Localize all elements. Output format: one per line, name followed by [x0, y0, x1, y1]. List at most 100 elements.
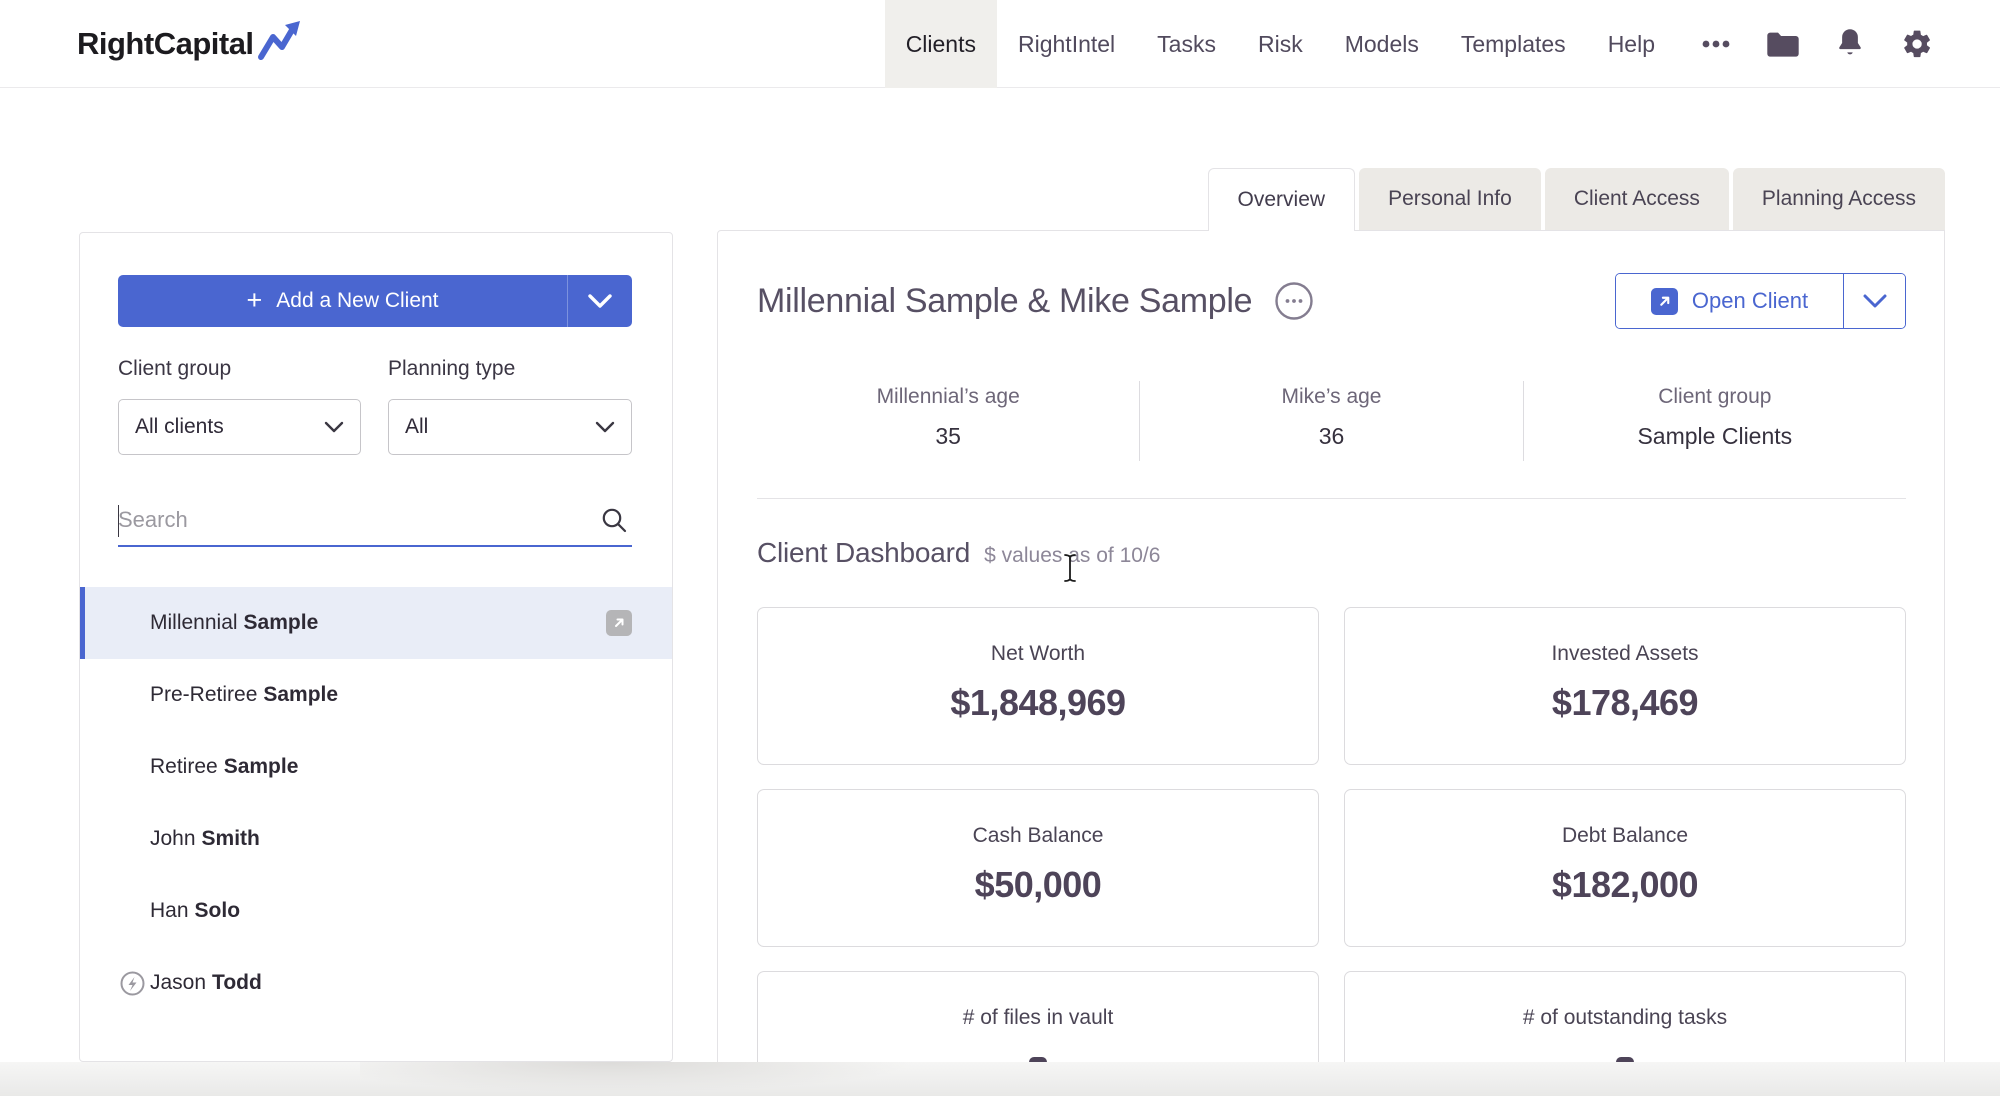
client-group-select[interactable]: All clients [118, 399, 361, 455]
add-client-label: Add a New Client [276, 289, 438, 313]
tab-overview[interactable]: Overview [1208, 168, 1356, 231]
client-last-name: Sample [263, 683, 338, 707]
card-label: # of outstanding tasks [1345, 1006, 1905, 1030]
client-last-name: Todd [212, 971, 262, 995]
add-client-dropdown-toggle[interactable] [568, 275, 632, 327]
card-value: $50,000 [758, 864, 1318, 906]
client-list-item-han-solo[interactable]: Han Solo [80, 875, 672, 947]
logo-text: RightCapital [77, 26, 254, 62]
stat-label: Millennial’s age [757, 385, 1139, 409]
client-overview-panel: Millennial Sample & Mike Sample Open Cli… [717, 230, 1945, 1096]
card-value: $178,469 [1345, 682, 1905, 724]
card-label: Cash Balance [758, 824, 1318, 848]
add-client-split-button: + Add a New Client [118, 275, 632, 327]
client-group-selected-value: All clients [135, 415, 324, 439]
client-list-panel: + Add a New Client Client group Planning… [79, 232, 673, 1062]
search-icon[interactable] [600, 506, 628, 534]
logo-trend-arrow-icon [256, 18, 302, 62]
client-stats-row: Millennial’s age 35 Mike’s age 36 Client… [757, 381, 1906, 461]
tab-client-access[interactable]: Client Access [1545, 168, 1729, 230]
client-search-box [118, 495, 632, 547]
nav-item-templates[interactable]: Templates [1440, 0, 1587, 88]
client-detail-area: Overview Personal Info Client Access Pla… [717, 168, 1945, 1096]
more-ellipsis-icon[interactable] [1699, 27, 1733, 61]
card-invested-assets: Invested Assets $178,469 [1344, 607, 1906, 765]
nav-item-models[interactable]: Models [1324, 0, 1440, 88]
search-input[interactable] [118, 507, 600, 533]
stat-value: Sample Clients [1524, 423, 1906, 450]
planning-type-selected-value: All [405, 415, 595, 439]
card-value: $182,000 [1345, 864, 1905, 906]
text-cursor-icon [1062, 553, 1078, 583]
open-client-shortcut-icon[interactable] [606, 610, 632, 636]
client-list-item-john-smith[interactable]: John Smith [80, 803, 672, 875]
client-group-filter-label: Client group [118, 357, 231, 381]
card-cash-balance: Cash Balance $50,000 [757, 789, 1319, 947]
plus-icon: + [246, 287, 262, 314]
client-first-name: John [150, 827, 196, 851]
primary-nav: Clients RightIntel Tasks Risk Models Tem… [885, 0, 1676, 88]
client-last-name: Sample [224, 755, 299, 779]
client-list-item-millennial-sample[interactable]: Millennial Sample [80, 587, 672, 659]
dashboard-header: Client Dashboard $ values as of 10/6 [757, 537, 1160, 569]
chevron-down-icon [595, 421, 615, 433]
external-link-icon [1651, 288, 1678, 315]
card-label: Invested Assets [1345, 642, 1905, 666]
client-detail-tabs: Overview Personal Info Client Access Pla… [1208, 168, 1945, 231]
stat-label: Client group [1524, 385, 1906, 409]
nav-item-clients[interactable]: Clients [885, 0, 997, 88]
stat-label: Mike’s age [1140, 385, 1522, 409]
card-debt-balance: Debt Balance $182,000 [1344, 789, 1906, 947]
tab-personal-info[interactable]: Personal Info [1359, 168, 1541, 230]
client-first-name: Retiree [150, 755, 218, 779]
client-first-name: Pre-Retiree [150, 683, 257, 707]
client-names-title: Millennial Sample & Mike Sample [757, 282, 1252, 321]
nav-item-rightintel[interactable]: RightIntel [997, 0, 1136, 88]
open-client-dropdown-toggle[interactable] [1844, 274, 1905, 328]
dashboard-cards: Net Worth $1,848,969 Invested Assets $17… [757, 607, 1906, 1096]
client-list: Millennial Sample Pre-Retiree Sample Ret… [80, 587, 672, 1019]
stat-millennial-age: Millennial’s age 35 [757, 381, 1139, 461]
client-options-ellipsis-icon[interactable] [1274, 281, 1314, 321]
folder-icon[interactable] [1766, 27, 1800, 61]
client-first-name: Han [150, 899, 189, 923]
top-nav-bar: RightCapital Clients RightIntel Tasks Ri… [0, 0, 2000, 88]
section-divider [757, 498, 1906, 499]
stat-value: 35 [757, 423, 1139, 450]
client-first-name: Jason [150, 971, 206, 995]
settings-gear-icon[interactable] [1900, 27, 1934, 61]
nav-item-tasks[interactable]: Tasks [1136, 0, 1237, 88]
chevron-down-icon [588, 294, 612, 308]
card-net-worth: Net Worth $1,848,969 [757, 607, 1319, 765]
card-label: Net Worth [758, 642, 1318, 666]
client-list-item-pre-retiree-sample[interactable]: Pre-Retiree Sample [80, 659, 672, 731]
nav-item-help[interactable]: Help [1587, 0, 1676, 88]
open-client-button[interactable]: Open Client [1616, 274, 1843, 328]
card-value: $1,848,969 [758, 682, 1318, 724]
client-last-name: Smith [202, 827, 260, 851]
client-title-row: Millennial Sample & Mike Sample Open Cli… [757, 271, 1906, 331]
stat-mike-age: Mike’s age 36 [1139, 381, 1522, 461]
client-last-name: Solo [195, 899, 241, 923]
background-window-edge [0, 1062, 2000, 1096]
client-last-name: Sample [244, 611, 319, 635]
client-list-item-jason-todd[interactable]: Jason Todd [80, 947, 672, 1019]
client-list-item-retiree-sample[interactable]: Retiree Sample [80, 731, 672, 803]
add-new-client-button[interactable]: + Add a New Client [118, 275, 567, 327]
lightning-badge-icon [120, 971, 145, 996]
notifications-bell-icon[interactable] [1833, 27, 1867, 61]
card-label: Debt Balance [1345, 824, 1905, 848]
card-label: # of files in vault [758, 1006, 1318, 1030]
client-first-name: Millennial [150, 611, 238, 635]
chevron-down-icon [324, 421, 344, 433]
rightcapital-app: RightCapital Clients RightIntel Tasks Ri… [0, 0, 2000, 1096]
stat-client-group: Client group Sample Clients [1523, 381, 1906, 461]
tab-planning-access[interactable]: Planning Access [1733, 168, 1945, 230]
chevron-down-icon [1863, 294, 1887, 308]
dashboard-title: Client Dashboard [757, 537, 970, 569]
nav-item-risk[interactable]: Risk [1237, 0, 1324, 88]
open-client-split-button: Open Client [1615, 273, 1906, 329]
planning-type-select[interactable]: All [388, 399, 632, 455]
rightcapital-logo[interactable]: RightCapital [77, 0, 302, 88]
nav-icon-group [1699, 0, 1934, 88]
